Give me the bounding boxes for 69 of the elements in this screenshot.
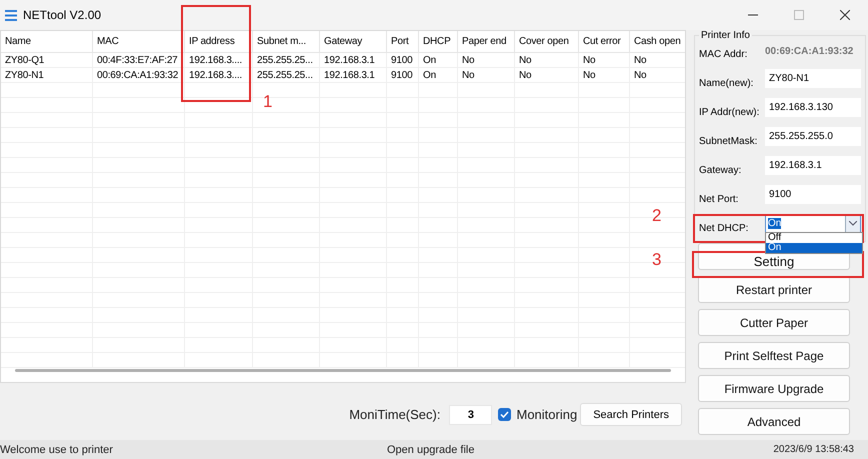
column-header[interactable]: Paper end bbox=[458, 31, 515, 52]
table-cell: 255.255.25... bbox=[253, 68, 320, 82]
table-cell: On bbox=[419, 53, 458, 67]
table-cell: 192.168.3.... bbox=[185, 68, 253, 82]
close-icon[interactable] bbox=[840, 10, 850, 20]
table-cell: 00:4F:33:E7:AF:27 bbox=[93, 53, 185, 67]
app-icon bbox=[5, 10, 17, 20]
table-cell: 9100 bbox=[387, 68, 419, 82]
table-cell: 255.255.25... bbox=[253, 53, 320, 67]
field-label: MAC Addr: bbox=[699, 48, 748, 60]
checkbox-label[interactable]: Monitoring bbox=[516, 407, 578, 422]
action-button[interactable]: Firmware Upgrade bbox=[698, 375, 850, 402]
field-label: SubnetMask: bbox=[699, 135, 758, 147]
table-cell: 192.168.3.1 bbox=[320, 53, 387, 67]
input-field[interactable]: 255.255.255.0 bbox=[765, 127, 861, 146]
dropdown-option[interactable]: On bbox=[766, 243, 862, 253]
field-label: Net DHCP: bbox=[699, 222, 750, 234]
column-header[interactable]: Cash open bbox=[630, 31, 685, 52]
table-cell: ZY80-N1 bbox=[1, 68, 93, 82]
column-header[interactable]: MAC bbox=[93, 31, 185, 52]
field-label: Net Port: bbox=[699, 193, 740, 205]
action-button[interactable]: Advanced bbox=[698, 408, 850, 435]
column-header[interactable]: Subnet m... bbox=[253, 31, 320, 52]
window-title: NETtool V2.00 bbox=[23, 8, 102, 22]
field-label: MoniTime(Sec): bbox=[349, 407, 440, 422]
table-cell: No bbox=[515, 68, 579, 82]
field-label: Gateway: bbox=[699, 164, 742, 176]
interval-field[interactable]: 3 bbox=[449, 404, 492, 424]
table-cell: No bbox=[630, 53, 685, 67]
annotation-number: 3 bbox=[652, 250, 662, 270]
column-header[interactable]: Cover open bbox=[515, 31, 579, 52]
table-cell: On bbox=[419, 68, 458, 82]
search-printers-button[interactable]: Search Printers bbox=[580, 403, 682, 426]
table-cell: No bbox=[579, 53, 630, 67]
column-header[interactable]: Gateway bbox=[320, 31, 387, 52]
field-label: Name(new): bbox=[699, 77, 754, 89]
input-field[interactable]: 9100 bbox=[765, 185, 861, 204]
action-button[interactable]: Cutter Paper bbox=[698, 309, 850, 336]
annotation-number: 1 bbox=[263, 92, 272, 112]
table-cell: No bbox=[630, 68, 685, 82]
column-header[interactable]: Port bbox=[387, 31, 419, 52]
table-cell: 00:69:CA:A1:93:32 bbox=[93, 68, 185, 82]
status-action: Open upgrade file bbox=[387, 444, 474, 456]
action-button[interactable]: Print Selftest Page bbox=[698, 342, 850, 369]
table-cell: 192.168.3.... bbox=[185, 53, 253, 67]
dropdown-option[interactable]: Off bbox=[766, 233, 862, 243]
column-header[interactable]: IP address bbox=[185, 31, 253, 52]
checkbox[interactable] bbox=[498, 408, 512, 421]
table-cell: 192.168.3.1 bbox=[320, 68, 387, 82]
table-cell: ZY80-Q1 bbox=[1, 53, 93, 67]
table-cell: No bbox=[515, 53, 579, 67]
table-cell: No bbox=[458, 53, 515, 67]
scrollbar[interactable] bbox=[15, 369, 671, 372]
field-label: IP Addr(new): bbox=[699, 106, 760, 118]
action-button[interactable]: Restart printer bbox=[698, 276, 850, 303]
annotation-number: 2 bbox=[652, 206, 662, 226]
group-title: Printer Info bbox=[700, 30, 751, 41]
column-header[interactable]: Cut error bbox=[579, 31, 630, 52]
mac-address-value: 00:69:CA:A1:93:32 bbox=[765, 45, 854, 59]
input-field[interactable]: ZY80-N1 bbox=[765, 69, 861, 88]
column-header[interactable]: DHCP bbox=[419, 31, 458, 52]
status-time: 2023/6/9 13:58:43 bbox=[773, 444, 855, 455]
status-message: Welcome use to printer bbox=[0, 444, 113, 456]
table-cell: 9100 bbox=[387, 53, 419, 67]
input-field[interactable]: 192.168.3.1 bbox=[765, 156, 861, 175]
table-cell: No bbox=[458, 68, 515, 82]
column-header[interactable]: Name bbox=[1, 31, 93, 52]
table-cell: No bbox=[579, 68, 630, 82]
input-field[interactable]: 192.168.3.130 bbox=[765, 98, 861, 117]
